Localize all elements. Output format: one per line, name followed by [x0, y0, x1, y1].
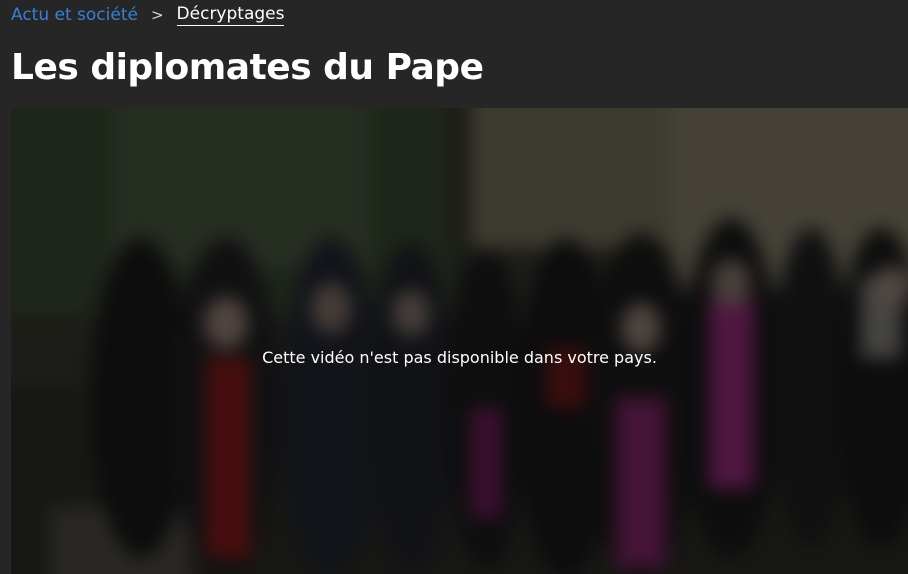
breadcrumb-current-decryptages[interactable]: Décryptages	[176, 4, 285, 26]
breadcrumb-link-actu-et-societe[interactable]: Actu et société	[11, 5, 138, 25]
video-thumbnail	[11, 108, 908, 574]
chevron-right-icon: >	[150, 6, 164, 24]
thumbnail-overlay	[11, 108, 908, 574]
page-title: Les diplomates du Pape	[11, 47, 484, 88]
video-unavailable-message: Cette vidéo n'est pas disponible dans vo…	[262, 348, 657, 367]
video-player[interactable]: Cette vidéo n'est pas disponible dans vo…	[11, 108, 908, 574]
breadcrumb: Actu et société > Décryptages	[11, 2, 285, 28]
